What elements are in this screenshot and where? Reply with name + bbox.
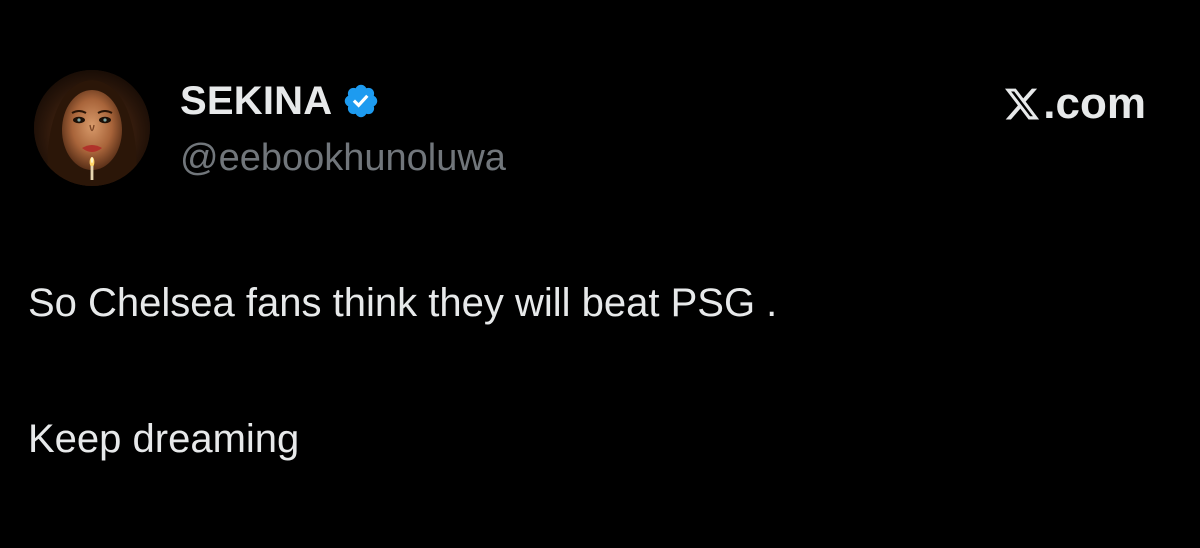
name-row: SEKINA	[180, 76, 506, 126]
tweet-card: SEKINA @eebookhunoluwa .com So Chelsea f…	[0, 0, 1200, 548]
author-header: SEKINA @eebookhunoluwa	[180, 76, 506, 180]
verified-badge-icon	[342, 82, 380, 120]
tweet-text-line: Keep dreaming	[28, 417, 300, 461]
brand-domain: .com	[1043, 79, 1146, 128]
x-logo-icon	[1003, 85, 1041, 123]
avatar-image	[34, 70, 150, 186]
author-handle[interactable]: @eebookhunoluwa	[180, 136, 506, 180]
display-name[interactable]: SEKINA	[180, 79, 332, 124]
avatar[interactable]	[34, 70, 150, 186]
tweet-text-line: So Chelsea fans think they will beat PSG…	[28, 281, 778, 325]
brand-link[interactable]: .com	[1003, 78, 1146, 130]
